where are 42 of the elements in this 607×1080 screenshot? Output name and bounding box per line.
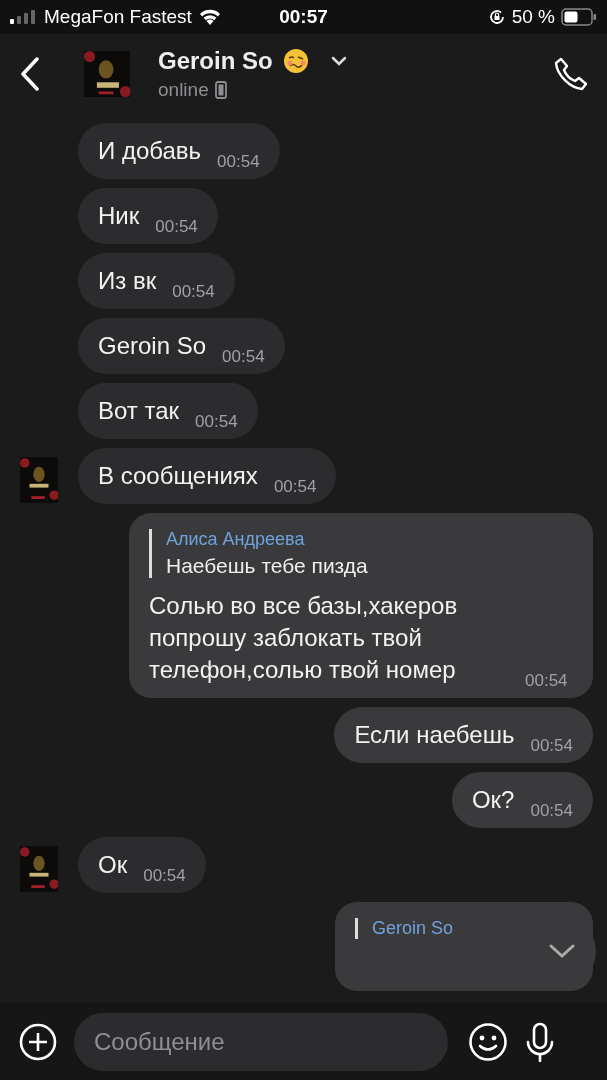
message-text: Из вк: [98, 266, 157, 296]
microphone-icon[interactable]: [524, 1021, 556, 1062]
emoji-icon[interactable]: [468, 1021, 508, 1062]
rotation-lock-icon: [487, 8, 506, 26]
message-text: В сообщениях: [98, 461, 258, 491]
message-time: 00:54: [273, 477, 317, 497]
message-text: Geroin So: [98, 331, 207, 361]
message-text: И добавь: [98, 136, 202, 166]
battery-percent: 50 %: [511, 6, 555, 28]
reply-text: Наебешь тебе пизда: [166, 554, 369, 578]
message-text: Солью во все базы,хакеров попрошу заблокать твой телефон,солью твой номер: [149, 591, 459, 685]
reply-author: Geroin So: [372, 918, 455, 939]
emoji-icon: [282, 48, 309, 74]
message-text: Ник: [98, 201, 140, 231]
message-text: Вот так: [98, 396, 180, 426]
message-time: 00:54: [530, 801, 573, 821]
message-time: 00:54: [143, 866, 186, 886]
phone-call-icon[interactable]: [553, 56, 589, 92]
clock: 00:57: [279, 6, 328, 28]
message-text: Ок: [98, 850, 128, 880]
message-time: 00:54: [530, 736, 573, 756]
chevron-down-icon[interactable]: [330, 56, 347, 66]
message-time: 00:54: [195, 412, 238, 432]
phone-device-icon: [214, 81, 227, 99]
back-icon[interactable]: [20, 57, 40, 91]
message-time: 00:54: [172, 282, 215, 302]
message-time: 00:54: [155, 217, 198, 237]
reply-author: Алиса Андреева: [166, 529, 306, 550]
wifi-icon: [197, 8, 222, 26]
chevron-down-icon: [548, 943, 576, 959]
add-icon[interactable]: [18, 1021, 58, 1062]
online-status: online: [158, 79, 209, 101]
message-text: Ок?: [471, 785, 515, 815]
battery-icon: [561, 8, 597, 26]
message-time: 00:54: [217, 152, 260, 172]
message-input[interactable]: Сообщение: [74, 1012, 448, 1071]
signal-icon: [10, 10, 38, 24]
message-time: 00:54: [222, 347, 265, 367]
carrier-name: MegaFon Fastest: [44, 6, 192, 28]
contact-name[interactable]: Geroin So: [158, 47, 273, 75]
message-time: 00:54: [525, 671, 568, 691]
message-text: Если наебешь: [354, 720, 515, 750]
